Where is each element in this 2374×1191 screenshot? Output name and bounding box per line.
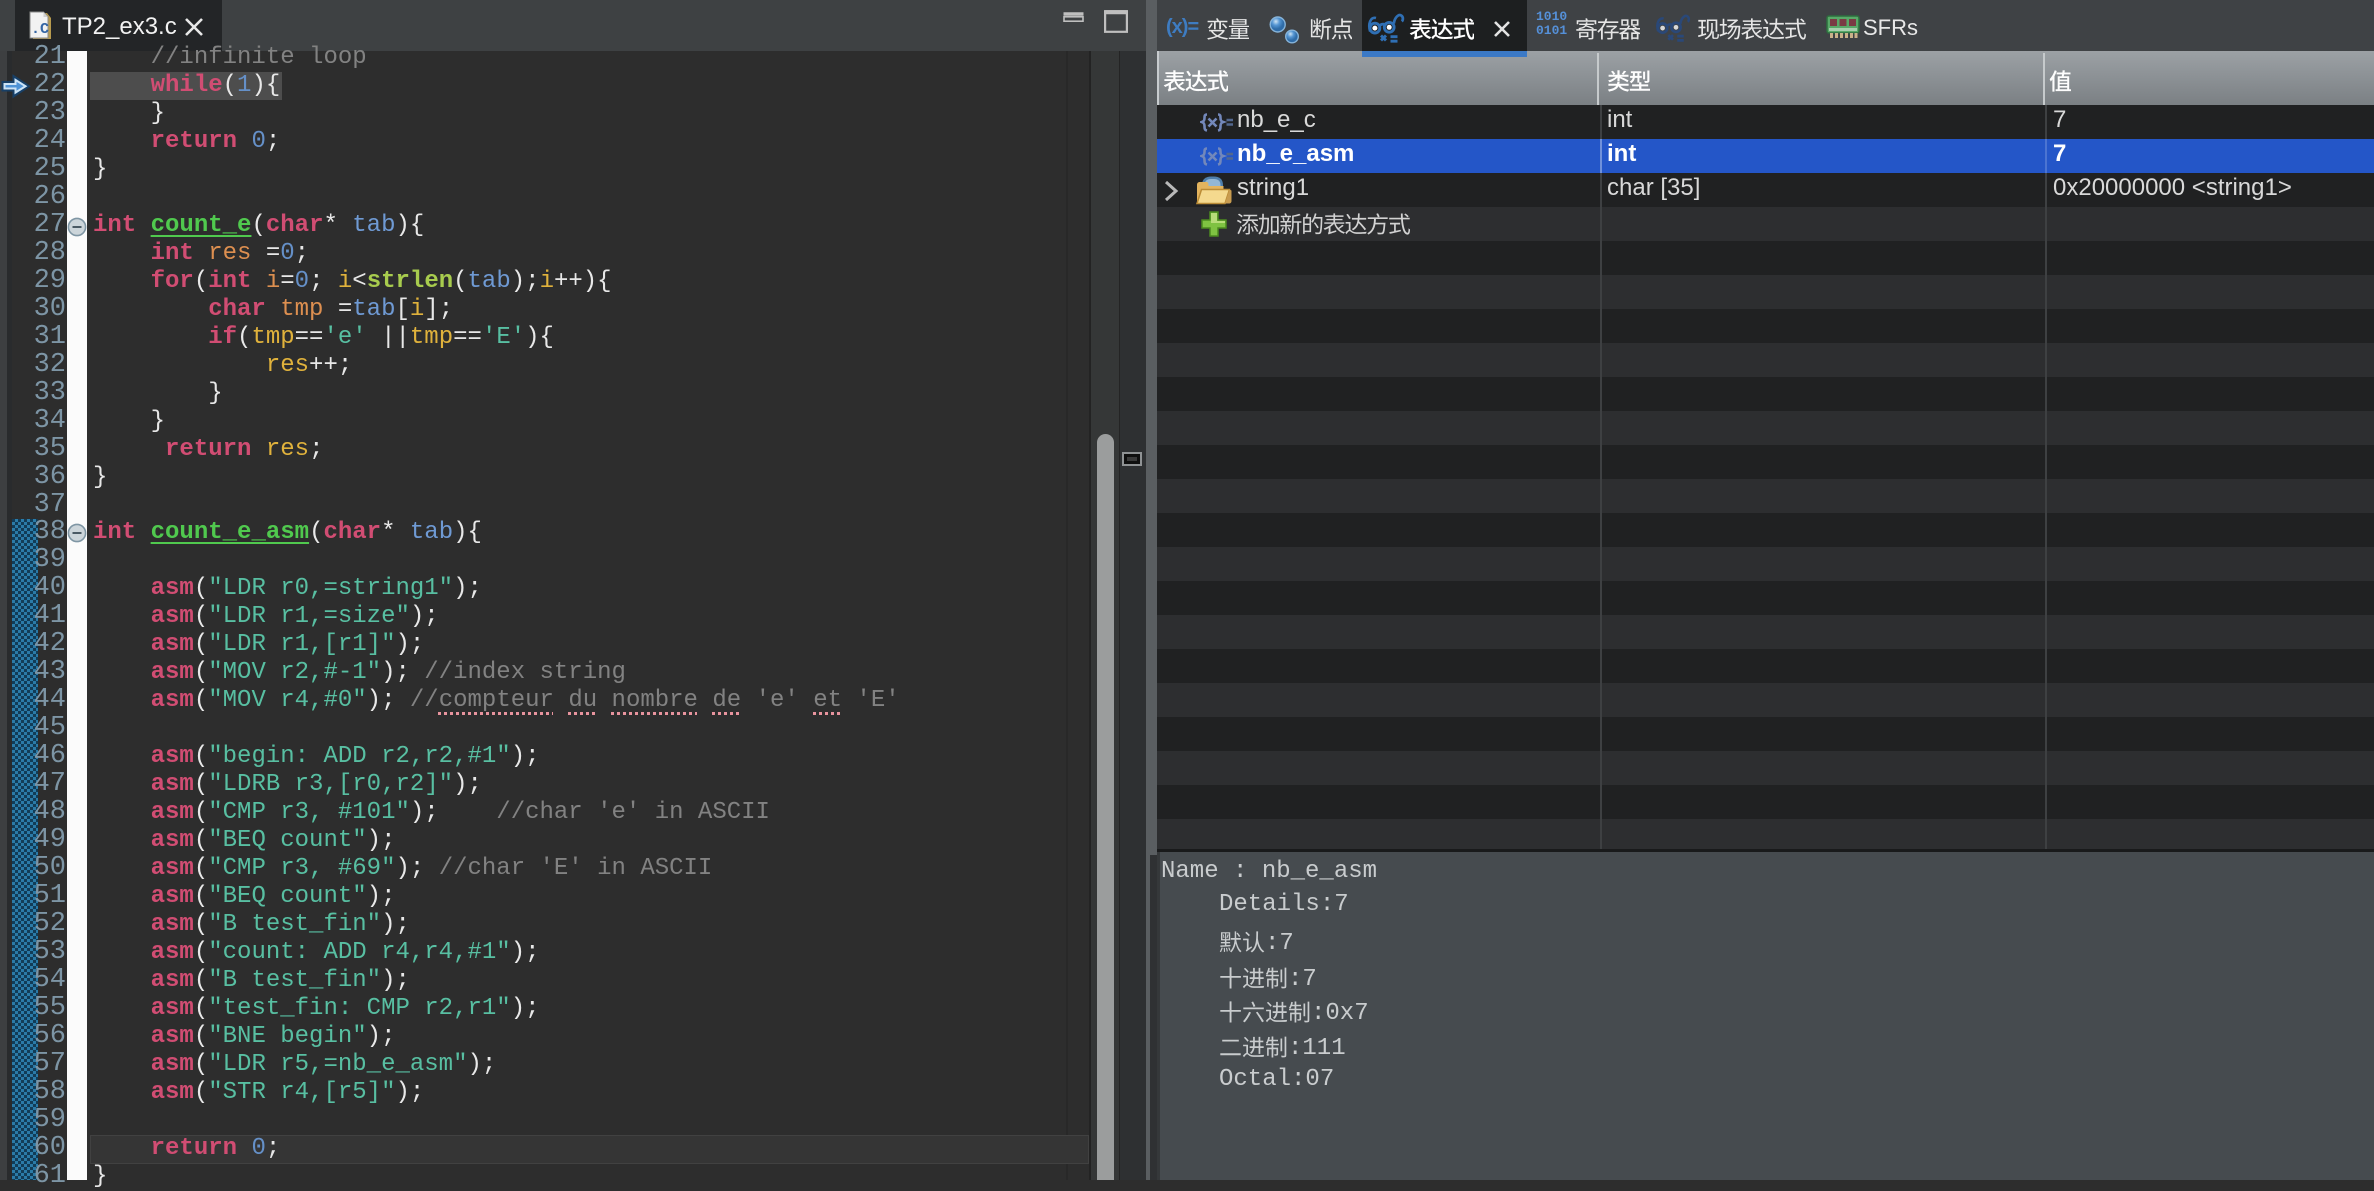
svg-text:.C: .C: [31, 21, 49, 38]
